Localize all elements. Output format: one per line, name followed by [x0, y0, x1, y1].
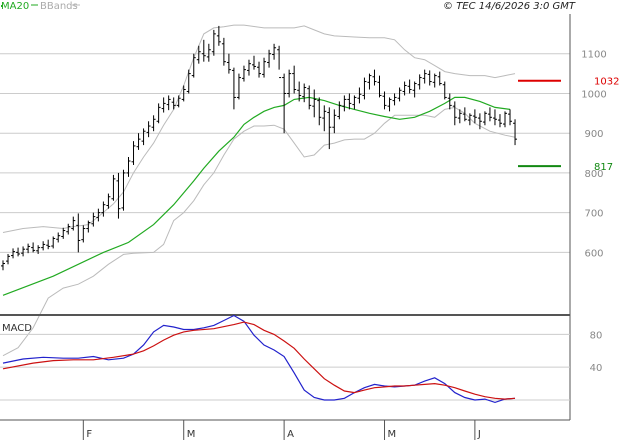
stock-chart: MA20 BBands © TEC 14/6/2026 3:0 GMT 600 7…	[0, 0, 627, 440]
x-axis-tick-label: M	[187, 429, 196, 440]
x-axis-tick-label: J	[477, 429, 481, 440]
x-axis-tick-label: M	[388, 429, 397, 440]
support-level-label: 817	[594, 162, 613, 173]
macd-y-tick-label: 80	[590, 330, 603, 341]
price-y-tick-label: 900	[584, 129, 603, 140]
price-y-tick-label: 600	[584, 248, 603, 259]
price-y-tick-label: 1000	[581, 89, 606, 100]
bbands-legend-label: BBands	[40, 1, 78, 12]
resistance-level-label: 1032	[594, 77, 619, 88]
copyright-timestamp: © TEC 14/6/2026 3:0 GMT	[443, 1, 576, 12]
price-y-tick-label: 700	[584, 209, 603, 220]
x-axis-tick-label: A	[287, 429, 294, 440]
macd-y-tick-label: 40	[590, 363, 603, 374]
x-axis-tick-label: F	[86, 429, 92, 440]
macd-panel-title: MACD	[2, 323, 32, 334]
ma20-legend-label: MA20	[1, 1, 29, 12]
price-y-tick-label: 1100	[581, 50, 606, 61]
